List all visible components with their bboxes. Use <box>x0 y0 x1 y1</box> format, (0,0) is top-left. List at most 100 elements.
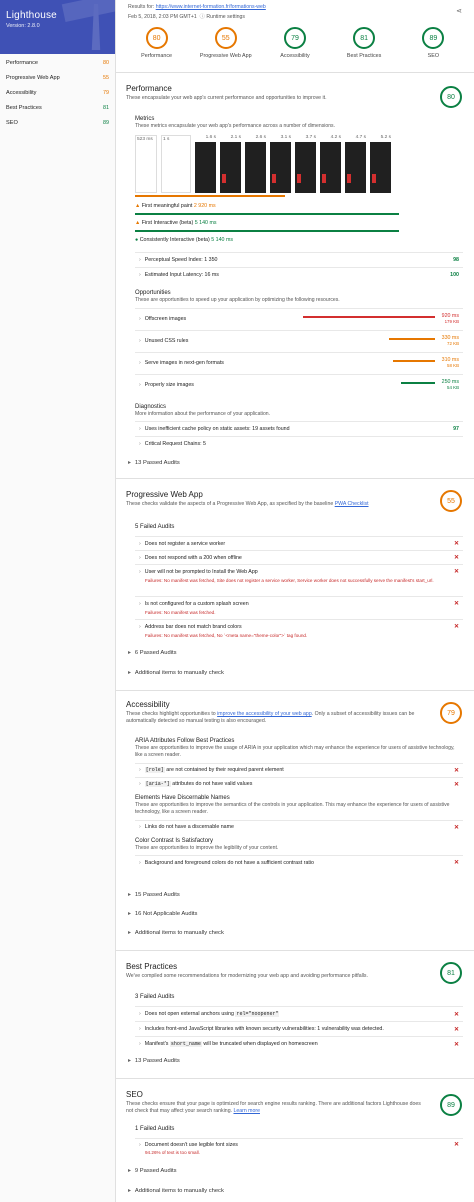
audit-row[interactable]: Address bar does not match brand colors ✕ <box>135 619 463 633</box>
performance-section: Performance These encapsulate your web a… <box>116 84 474 466</box>
audit-row[interactable]: Document doesn't use legible font sizes ✕ <box>135 1138 463 1150</box>
diagnostic-label: Critical Request Chains: 5 <box>139 441 206 447</box>
tested-url-link[interactable]: https://www.internet-formation.fr/format… <box>156 4 266 10</box>
gauge-seo[interactable]: 89 SEO <box>405 27 461 72</box>
opportunity-row[interactable]: Offscreen images920 ms179 KB <box>135 307 463 330</box>
audit-error: Failures: No manifest was fetched. <box>145 610 216 615</box>
accessibility-section: Accessibility These checks highlight opp… <box>116 700 474 936</box>
gauge-pwa[interactable]: 55 Progressive Web App <box>198 27 254 72</box>
group-title: ARIA Attributes Follow Best Practices <box>135 738 235 744</box>
audit-row[interactable]: Manifest's short_name will be truncated … <box>135 1036 463 1051</box>
audit-text: will be truncated when displayed on home… <box>201 1041 318 1047</box>
opportunities-desc: These are opportunities to speed up your… <box>135 297 340 303</box>
psi-row[interactable]: Perceptual Speed Index: 1 350 98 <box>135 252 463 267</box>
gauge-label: SEO <box>427 53 440 59</box>
pwa-checklist-link[interactable]: PWA Checklist <box>335 501 369 507</box>
sidebar-item-accessibility[interactable]: Accessibility 79 <box>0 85 115 100</box>
gauge-best-practices[interactable]: 81 Best Practices <box>336 27 392 72</box>
frame-thumb <box>245 141 266 193</box>
filmstrip-frame: 4.2 s <box>320 135 341 193</box>
seo-passed-audits[interactable]: 9 Passed Audits <box>126 1168 177 1174</box>
a11y-manual-checks[interactable]: Additional items to manually check <box>126 930 224 936</box>
diagnostics-desc: More information about the performance o… <box>135 411 271 417</box>
runtime-settings[interactable]: Runtime settings <box>206 14 245 20</box>
diagnostic-row[interactable]: Uses inefficient cache policy on static … <box>135 420 463 436</box>
opportunity-row[interactable]: Serve images in next-gen formats310 ms58… <box>135 351 463 374</box>
fmp-value: 2 920 ms <box>193 203 216 209</box>
info-icon[interactable]: ⓘ <box>200 14 205 20</box>
pwa-header: Progressive Web App These checks validat… <box>126 490 464 512</box>
learn-more-link[interactable]: Learn more <box>233 1108 260 1114</box>
a11y-link[interactable]: improve the accessibility of your web ap… <box>217 711 312 717</box>
metric-icon: ▲ <box>135 220 141 226</box>
frame-thumb <box>295 141 316 193</box>
results-for-label: Results for: <box>128 4 155 10</box>
audit-label: [aria-*] attributes do not have valid va… <box>139 781 252 788</box>
section-desc: These checks highlight opportunities to … <box>126 711 426 725</box>
perf-passed-audits[interactable]: 13 Passed Audits <box>126 460 180 466</box>
fail-icon: ✕ <box>453 569 459 575</box>
audit-text: are not contained by their required pare… <box>164 767 284 774</box>
failed-audits-title: 3 Failed Audits <box>135 994 175 1000</box>
pwa-manual-checks[interactable]: Additional items to manually check <box>126 670 224 676</box>
metric-timeline: ▲ First meaningful paint 2 920 ms ▲ Firs… <box>135 194 455 243</box>
audit-row[interactable]: Links do not have a discernable name ✕ <box>135 819 463 834</box>
metric-icon: ▲ <box>135 203 141 209</box>
film-time: 3.7 s <box>305 134 316 140</box>
audit-row[interactable]: Does not register a service worker ✕ <box>135 536 463 550</box>
opportunities-group: Opportunities These are opportunities to… <box>135 290 463 396</box>
audit-row[interactable]: Background and foreground colors do not … <box>135 855 463 869</box>
share-icon[interactable]: ⋖ <box>456 7 462 15</box>
audit-row[interactable]: Does not respond with a 200 when offline… <box>135 550 463 564</box>
sidebar-item-best-practices[interactable]: Best Practices 81 <box>0 100 115 115</box>
section-title: Accessibility <box>126 700 170 709</box>
pwa-passed-audits[interactable]: 6 Passed Audits <box>126 650 177 656</box>
audit-row[interactable]: [aria-*] attributes do not have valid va… <box>135 776 463 791</box>
fi-label: First Interactive (beta) <box>141 220 194 226</box>
film-time: 1.6 s <box>205 134 216 140</box>
gauge-performance[interactable]: 80 Performance <box>129 27 185 72</box>
a11y-passed-audits[interactable]: 15 Passed Audits <box>126 892 180 898</box>
fail-icon: ✕ <box>453 1142 459 1148</box>
failed-audits-title: 1 Failed Audits <box>135 1126 175 1132</box>
metric-icon: ● <box>135 237 139 243</box>
film-time: 2.1 s <box>230 134 241 140</box>
section-title: SEO <box>126 1090 143 1099</box>
opportunity-bar <box>393 359 435 362</box>
audit-row[interactable]: Includes front-end JavaScript libraries … <box>135 1021 463 1036</box>
section-title: Best Practices <box>126 962 178 971</box>
opportunity-kb: 179 KB <box>444 319 459 325</box>
audit-row[interactable]: User will not be prompted to Install the… <box>135 564 463 578</box>
section-desc: We've compiled some recommendations for … <box>126 973 368 979</box>
ci-value: 5 140 ms <box>211 237 234 243</box>
filmstrip-frame: 1 s <box>161 134 191 193</box>
audit-label: [role] are not contained by their requir… <box>139 767 284 774</box>
opportunity-row[interactable]: Unused CSS rules330 ms72 KB <box>135 329 463 352</box>
sidebar-item-seo[interactable]: SEO 89 <box>0 115 115 130</box>
audit-row[interactable]: Does not open external anchors using rel… <box>135 1006 463 1021</box>
fmp-row: ▲ First meaningful paint 2 920 ms <box>135 203 455 209</box>
opportunity-row[interactable]: Properly size images250 ms54 KB <box>135 373 463 396</box>
gauge-accessibility[interactable]: 79 Accessibility <box>267 27 323 72</box>
filmstrip-frame: 4.7 s <box>345 135 366 193</box>
sidebar-item-pwa[interactable]: Progressive Web App 55 <box>0 70 115 85</box>
sidebar-item-score: 81 <box>103 104 109 111</box>
performance-header: Performance These encapsulate your web a… <box>126 84 464 108</box>
diagnostic-row[interactable]: Critical Request Chains: 5 <box>135 435 463 451</box>
gauge-score: 79 <box>283 27 306 49</box>
sidebar-item-performance[interactable]: Performance 80 <box>0 55 115 70</box>
report-main: Results for: https://www.internet-format… <box>116 0 474 1202</box>
pwa-failed-group: 5 Failed Audits Does not register a serv… <box>135 524 463 642</box>
fail-icon: ✕ <box>453 860 459 867</box>
frame-thumb <box>370 141 391 193</box>
diagnostics-group: Diagnostics More information about the p… <box>135 404 463 451</box>
opportunities-title: Opportunities <box>135 290 171 296</box>
audit-row[interactable]: Is not configured for a custom splash sc… <box>135 596 463 610</box>
ci-bar <box>135 230 399 232</box>
eil-row[interactable]: Estimated Input Latency: 16 ms 100 <box>135 267 463 282</box>
a11y-groups: ARIA Attributes Follow Best Practices Th… <box>135 738 463 869</box>
audit-row[interactable]: [role] are not contained by their requir… <box>135 762 463 777</box>
bp-passed-audits[interactable]: 13 Passed Audits <box>126 1058 180 1064</box>
a11y-not-applicable[interactable]: 16 Not Applicable Audits <box>126 911 198 917</box>
seo-manual-checks[interactable]: Additional items to manually check <box>126 1188 224 1194</box>
